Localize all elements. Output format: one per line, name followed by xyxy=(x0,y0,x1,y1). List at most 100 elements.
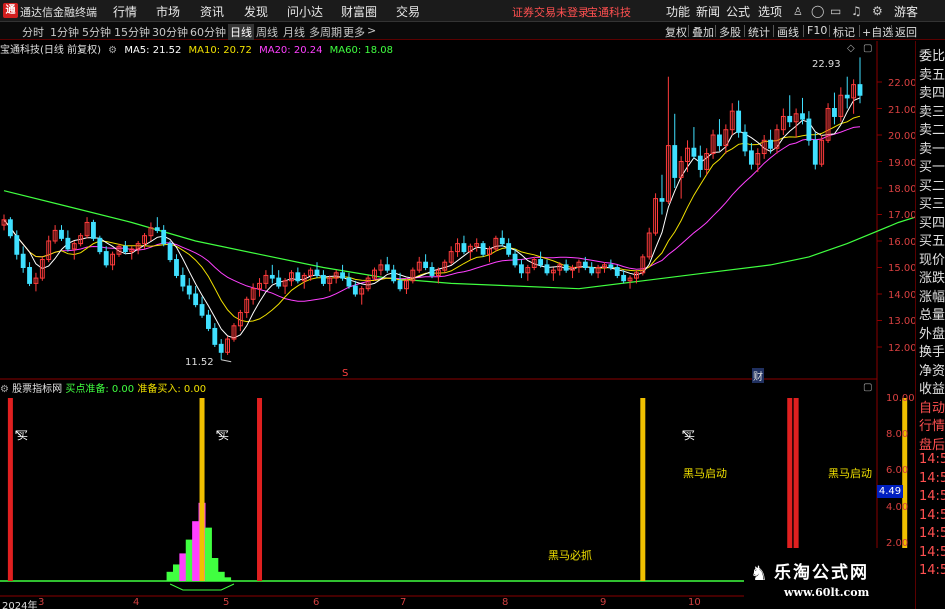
candle-down xyxy=(340,272,345,279)
more-arrow-icon[interactable]: > xyxy=(367,24,376,37)
candle-down xyxy=(423,261,429,268)
candle-down xyxy=(65,237,71,250)
period-monthly[interactable]: 月线 xyxy=(283,24,305,40)
menu-formula[interactable]: 公式 xyxy=(726,3,750,20)
menu-ask-xiaoda[interactable]: 问小达 xyxy=(287,3,323,20)
candle-down xyxy=(320,274,326,284)
back-button[interactable]: 返回 xyxy=(895,24,917,40)
yellow-signal-bar xyxy=(640,398,646,581)
draw-line-button[interactable]: 画线 xyxy=(777,24,799,40)
period-15min[interactable]: 15分钟 xyxy=(114,24,150,40)
quote-label: 净资 xyxy=(919,363,945,379)
user-icon[interactable]: ♙ xyxy=(793,5,803,18)
candle-down xyxy=(697,155,703,170)
ma5-path xyxy=(3,97,861,339)
panel-diamond-icon[interactable]: ◇ xyxy=(847,43,855,54)
period-5min[interactable]: 5分钟 xyxy=(82,24,111,40)
event-marker-finance[interactable]: 财 xyxy=(752,368,764,383)
price-tick: 21.00 xyxy=(888,105,917,116)
low-marker-line xyxy=(221,359,232,363)
watermark-url: www.60lt.com xyxy=(784,586,870,599)
message-icon[interactable]: ▭ xyxy=(830,4,841,18)
candle-down xyxy=(461,243,467,253)
period-daily[interactable]: 日线 xyxy=(228,24,254,40)
site-watermark: ♞ 乐淘公式网 www.60lt.com xyxy=(744,548,915,609)
statistics-button[interactable]: 统计 xyxy=(748,24,770,40)
price-tick: 14.00 xyxy=(888,290,917,301)
app-title: 通达信金融终端 xyxy=(20,6,97,19)
menu-discover[interactable]: 发现 xyxy=(244,3,268,20)
candle-down xyxy=(857,84,863,96)
quote-label: 委比 xyxy=(919,49,945,64)
menu-news[interactable]: 资讯 xyxy=(200,3,224,20)
mark-button[interactable]: 标记 xyxy=(833,24,855,40)
indicator-maximize-icon[interactable]: ▢ xyxy=(863,382,872,393)
trade-login-link[interactable]: 证券交易未登录 xyxy=(512,4,589,20)
menu-quotes[interactable]: 行情 xyxy=(113,3,137,20)
date-tick-year: 2024年 xyxy=(2,601,38,609)
date-tick: 3 xyxy=(38,597,45,608)
date-tick: 5 xyxy=(223,597,230,608)
dark-horse-start-label: 黑马启动 xyxy=(828,467,872,480)
date-tick: 10 xyxy=(688,597,701,608)
indicator-histogram-bar xyxy=(192,521,200,581)
period-60min[interactable]: 60分钟 xyxy=(190,24,226,40)
red-signal-bar xyxy=(257,398,263,581)
stock-title[interactable]: 宝通科技(日线 前复权) xyxy=(0,45,101,56)
kline-chart[interactable] xyxy=(0,41,915,609)
menu-functions[interactable]: 功能 xyxy=(666,3,690,20)
candle-down xyxy=(480,243,486,255)
period-weekly[interactable]: 周线 xyxy=(256,24,278,40)
add-watchlist-button[interactable]: +自选 xyxy=(862,24,893,40)
price-tick: 18.00 xyxy=(888,184,917,195)
candle-down xyxy=(844,94,850,99)
menu-options[interactable]: 选项 xyxy=(758,3,782,20)
menu-market[interactable]: 市场 xyxy=(156,3,180,20)
candle-down xyxy=(512,253,518,266)
guest-user[interactable]: 游客 xyxy=(894,3,918,20)
f10-button[interactable]: F10 xyxy=(807,24,827,37)
multi-stock-button[interactable]: 多股 xyxy=(719,24,741,40)
candle-down xyxy=(589,267,595,274)
menu-headlines[interactable]: 新闻 xyxy=(696,3,720,20)
candle-down xyxy=(538,259,544,266)
candle-down xyxy=(218,343,224,353)
period-multi[interactable]: 多周期 xyxy=(309,24,342,40)
menu-wealth-circle[interactable]: 财富圈 xyxy=(341,3,377,20)
panel-maximize-icon[interactable]: ▢ xyxy=(863,43,872,54)
indicator-tick: 6.00 xyxy=(886,465,909,476)
price-tick: 12.00 xyxy=(888,343,917,354)
quote-label: 买一 xyxy=(919,160,945,175)
overlay-button[interactable]: 叠加 xyxy=(692,24,714,40)
adjust-button[interactable]: 复权 xyxy=(665,24,687,40)
candle-down xyxy=(91,221,96,239)
chat-icon[interactable]: ◯ xyxy=(811,4,824,18)
toolbar-divider xyxy=(715,25,716,37)
event-marker-s[interactable]: S xyxy=(342,368,348,379)
menu-trade[interactable]: 交易 xyxy=(396,3,420,20)
period-more[interactable]: 更多 xyxy=(343,24,365,40)
period-timeshare[interactable]: 分时 xyxy=(22,24,44,40)
candle-down xyxy=(186,285,192,295)
candle-down xyxy=(346,277,352,287)
date-tick: 6 xyxy=(313,597,320,608)
candle-down xyxy=(103,251,109,266)
period-1min[interactable]: 1分钟 xyxy=(50,24,79,40)
period-30min[interactable]: 30分钟 xyxy=(152,24,188,40)
date-tick: 9 xyxy=(600,597,607,608)
candle-down xyxy=(659,198,665,202)
menu-bar: 通 通达信金融终端 行情 市场 资讯 发现 问小达 财富圈 交易 证券交易未登录… xyxy=(0,0,945,22)
indicator-name[interactable]: 股票指标网 xyxy=(12,384,62,395)
settings-gear-icon[interactable]: ⚙ xyxy=(108,45,117,56)
date-tick: 4 xyxy=(133,597,140,608)
indicator-gear-icon[interactable]: ⚙ xyxy=(0,384,9,395)
candle-down xyxy=(269,274,275,279)
app-logo-icon: 通 xyxy=(3,3,18,18)
current-stock-link[interactable]: 宝通科技 xyxy=(587,4,631,20)
settings-icon[interactable]: ⚙ xyxy=(872,4,883,18)
toolbar-divider xyxy=(773,25,774,37)
bell-icon[interactable]: ♫ xyxy=(851,4,862,18)
quote-label: 涨跌 xyxy=(919,271,945,286)
candle-down xyxy=(519,264,524,274)
quote-label: 买四 xyxy=(919,215,945,231)
